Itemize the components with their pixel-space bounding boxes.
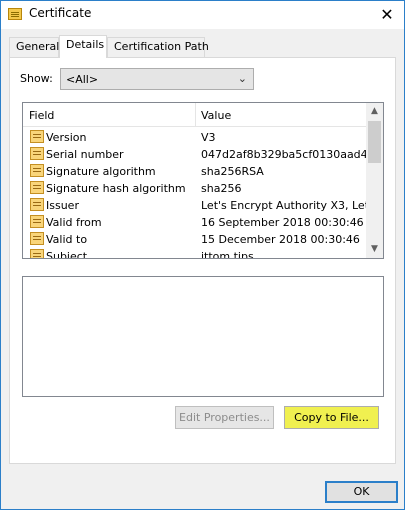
list-row[interactable]: Signature algorithm sha256RSA xyxy=(23,163,368,180)
field-icon xyxy=(30,232,44,245)
list-header: Field Value xyxy=(23,103,368,127)
list-rows: Version V3 Serial number 047d2af8b329ba5… xyxy=(23,129,380,259)
certificate-icon xyxy=(8,8,22,20)
scroll-up-icon[interactable]: ▲ xyxy=(366,103,383,120)
list-row[interactable]: Valid to 15 December 2018 00:30:46 xyxy=(23,231,368,248)
show-select-value: <All> xyxy=(66,73,99,86)
field-icon xyxy=(30,164,44,177)
field-name: Version xyxy=(46,131,87,144)
details-panel: Show: <All> ⌄ Field Value Version V3 Ser… xyxy=(9,57,396,464)
field-detail-box[interactable] xyxy=(22,276,384,397)
field-icon xyxy=(30,130,44,143)
column-header-field[interactable]: Field xyxy=(29,109,54,122)
column-divider[interactable] xyxy=(195,103,196,127)
list-row[interactable]: Valid from 16 September 2018 00:30:46 xyxy=(23,214,368,231)
window-title: Certificate xyxy=(29,6,92,20)
field-name: Subject xyxy=(46,250,88,259)
certificate-dialog: Certificate ✕ General Details Certificat… xyxy=(0,0,405,510)
field-name: Serial number xyxy=(46,148,124,161)
chevron-down-icon: ⌄ xyxy=(237,72,247,85)
field-value: 16 September 2018 00:30:46 xyxy=(201,216,364,229)
list-row[interactable]: Issuer Let's Encrypt Authority X3, Let..… xyxy=(23,197,380,214)
field-name: Signature algorithm xyxy=(46,165,156,178)
column-header-value[interactable]: Value xyxy=(201,109,231,122)
field-icon xyxy=(30,198,44,211)
show-label: Show: xyxy=(20,72,53,85)
close-button[interactable]: ✕ xyxy=(376,5,398,25)
tab-general[interactable]: General xyxy=(9,37,59,57)
field-value: sha256RSA xyxy=(201,165,264,178)
scroll-thumb[interactable] xyxy=(368,121,381,163)
show-select[interactable]: <All> ⌄ xyxy=(60,68,254,90)
field-icon xyxy=(30,215,44,228)
field-name: Issuer xyxy=(46,199,79,212)
field-value: ittom.tips xyxy=(201,250,254,259)
tab-certification-path[interactable]: Certification Path xyxy=(107,37,209,57)
field-value: V3 xyxy=(201,131,216,144)
list-row[interactable]: Version V3 xyxy=(23,129,368,146)
ok-button[interactable]: OK xyxy=(325,481,398,503)
list-row[interactable]: Signature hash algorithm sha256 xyxy=(23,180,368,197)
list-row[interactable]: Serial number 047d2af8b329ba5cf0130aad4.… xyxy=(23,146,378,163)
tab-details[interactable]: Details xyxy=(59,35,107,58)
field-value: sha256 xyxy=(201,182,242,195)
field-icon xyxy=(30,181,44,194)
field-icon xyxy=(30,147,44,160)
field-value: 15 December 2018 00:30:46 xyxy=(201,233,360,246)
field-name: Valid from xyxy=(46,216,102,229)
field-value: Let's Encrypt Authority X3, Let... xyxy=(201,199,380,212)
title-bar: Certificate ✕ xyxy=(1,1,404,29)
field-name: Valid to xyxy=(46,233,88,246)
list-row[interactable]: Subject ittom.tips xyxy=(23,248,368,259)
scroll-down-icon[interactable]: ▼ xyxy=(366,241,383,258)
field-value: 047d2af8b329ba5cf0130aad4... xyxy=(201,148,379,161)
edit-properties-button[interactable]: Edit Properties... xyxy=(175,406,274,429)
copy-to-file-button[interactable]: Copy to File... xyxy=(284,406,379,429)
field-icon xyxy=(30,249,44,258)
vertical-scrollbar[interactable]: ▲ ▼ xyxy=(366,103,383,258)
field-name: Signature hash algorithm xyxy=(46,182,186,195)
field-list[interactable]: Field Value Version V3 Serial number 047… xyxy=(22,102,384,259)
